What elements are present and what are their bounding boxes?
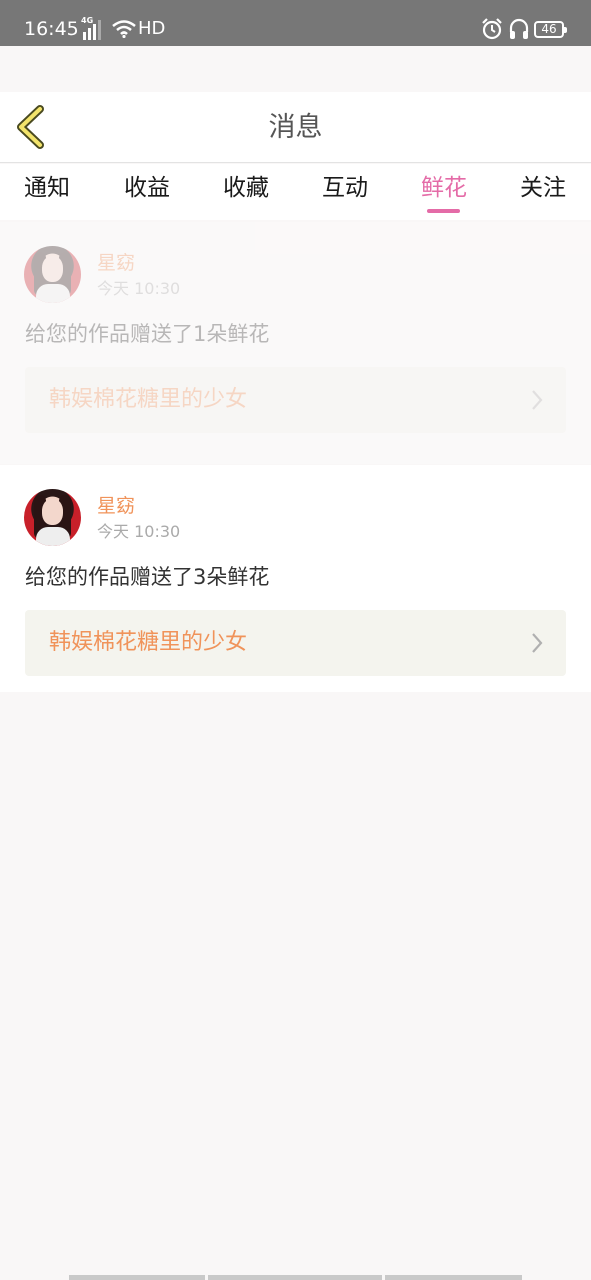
message-card: 星窈 今天 10:30 给您的作品赠送了1朵鲜花 韩娱棉花糖里的少女 bbox=[0, 222, 591, 464]
chevron-right-icon bbox=[532, 390, 543, 410]
tab-earnings[interactable]: 收益 bbox=[117, 171, 177, 211]
app-header: 消息 bbox=[0, 92, 591, 163]
avatar[interactable] bbox=[24, 489, 81, 546]
work-title: 韩娱棉花糖里的少女 bbox=[49, 630, 248, 655]
tab-following[interactable]: 关注 bbox=[513, 171, 573, 211]
gesture-bar[interactable] bbox=[69, 1275, 205, 1280]
chevron-right-icon bbox=[532, 633, 543, 653]
battery-level: 46 bbox=[541, 22, 557, 36]
work-link[interactable]: 韩娱棉花糖里的少女 bbox=[25, 367, 566, 433]
message-text: 给您的作品赠送了3朵鲜花 bbox=[25, 565, 270, 589]
message-time: 今天 10:30 bbox=[97, 522, 181, 541]
tab-notifications[interactable]: 通知 bbox=[17, 171, 77, 211]
tab-flowers[interactable]: 鲜花 bbox=[414, 171, 474, 211]
headset-icon bbox=[509, 18, 529, 39]
sender-name[interactable]: 星窈 bbox=[97, 494, 135, 518]
active-tab-indicator bbox=[427, 209, 460, 213]
work-link[interactable]: 韩娱棉花糖里的少女 bbox=[25, 610, 566, 676]
cellular-signal-icon: 4G bbox=[81, 16, 107, 40]
page-title: 消息 bbox=[268, 112, 323, 143]
status-time: 16:45 bbox=[24, 18, 79, 40]
sender-name[interactable]: 星窈 bbox=[97, 251, 135, 275]
gesture-bar[interactable] bbox=[385, 1275, 522, 1280]
message-text: 给您的作品赠送了1朵鲜花 bbox=[25, 322, 270, 346]
tab-interactions[interactable]: 互动 bbox=[315, 171, 375, 211]
work-title: 韩娱棉花糖里的少女 bbox=[49, 387, 248, 412]
message-card: 星窈 今天 10:30 给您的作品赠送了3朵鲜花 韩娱棉花糖里的少女 bbox=[0, 465, 591, 692]
gesture-bar[interactable] bbox=[208, 1275, 382, 1280]
wifi-icon bbox=[112, 20, 136, 38]
hd-indicator: HD bbox=[138, 18, 166, 39]
network-type-label: 4G bbox=[81, 16, 94, 25]
avatar[interactable] bbox=[24, 246, 81, 303]
alarm-icon bbox=[482, 18, 502, 40]
status-bar: 16:45 4G HD 46 bbox=[0, 0, 591, 46]
message-tabs: 通知 收益 收藏 互动 鲜花 关注 bbox=[0, 164, 591, 220]
battery-icon: 46 bbox=[534, 21, 567, 38]
tab-favorites[interactable]: 收藏 bbox=[216, 171, 276, 211]
message-time: 今天 10:30 bbox=[97, 279, 181, 298]
